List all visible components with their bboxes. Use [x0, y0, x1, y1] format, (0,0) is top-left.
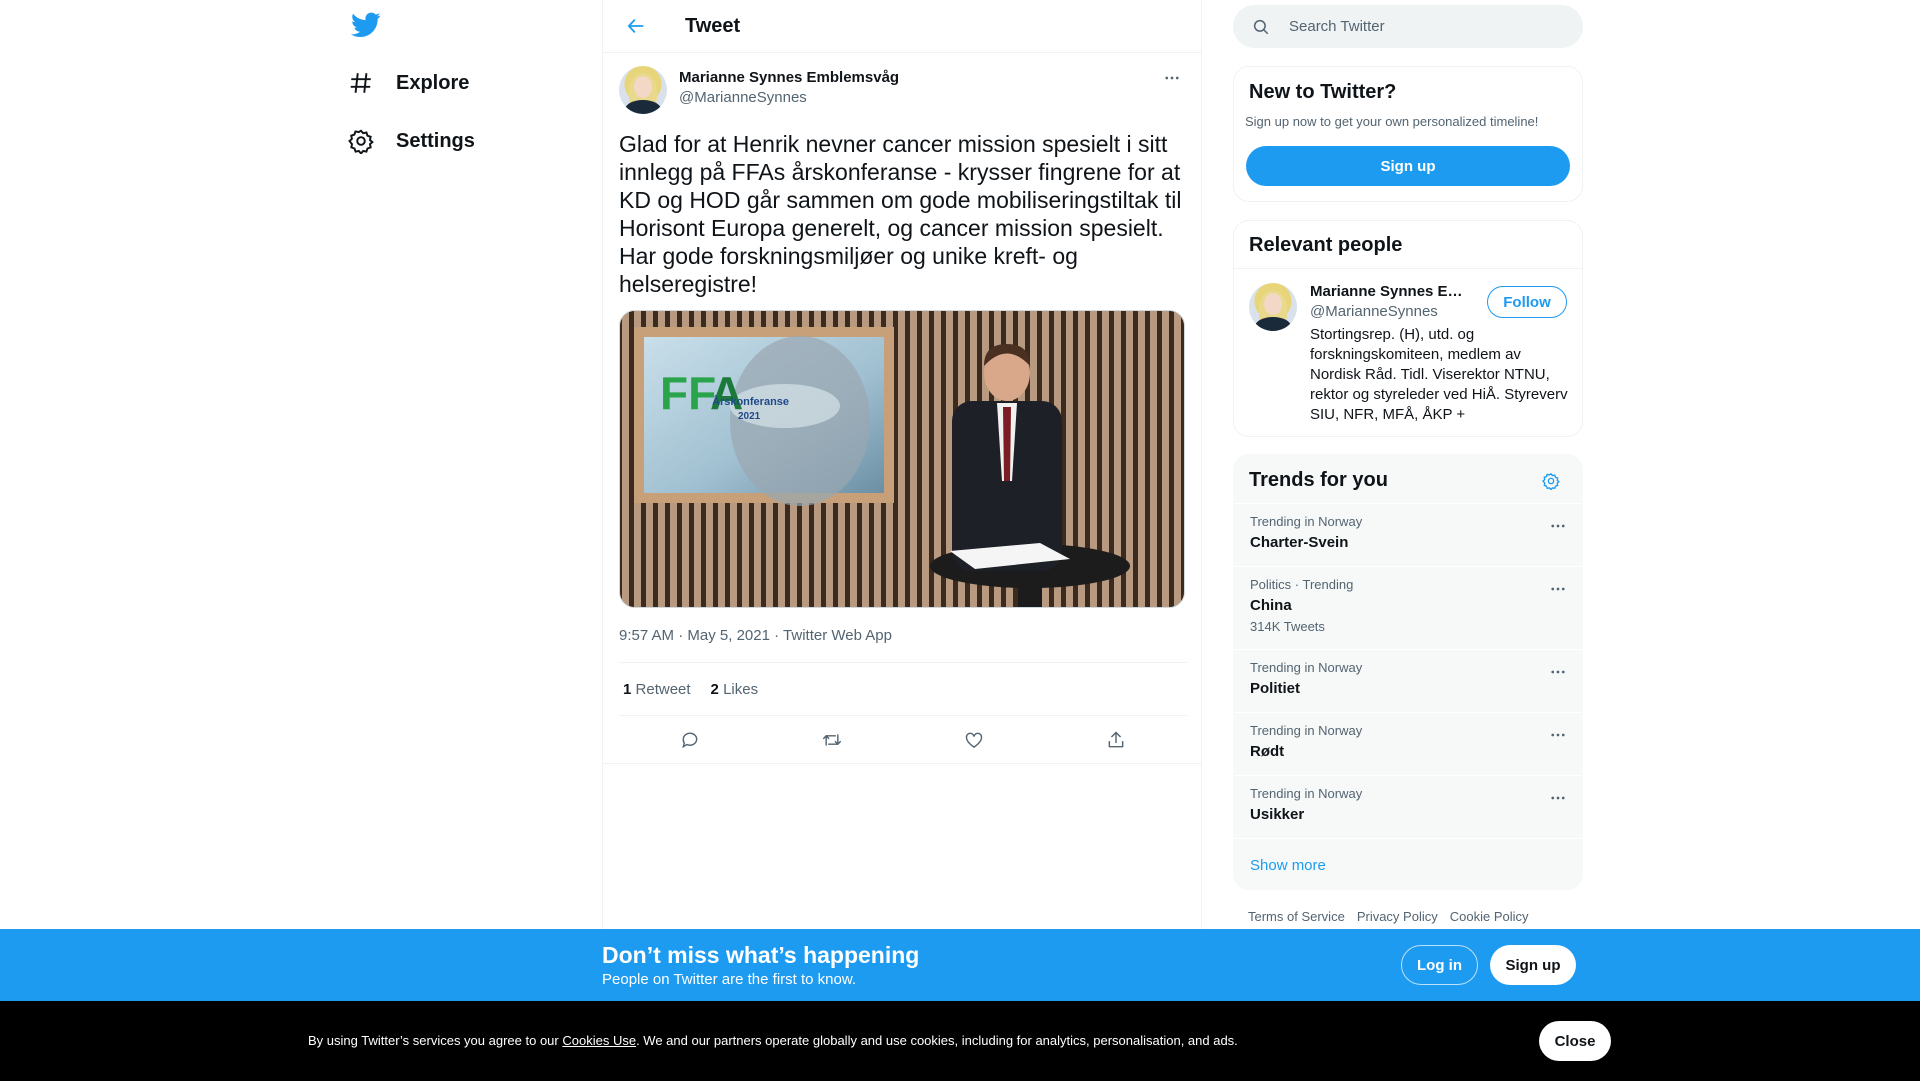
banner-signup-button[interactable]: Sign up [1490, 945, 1576, 985]
more-dots-icon [1551, 670, 1565, 674]
tweet-more-button[interactable] [1158, 68, 1186, 88]
trends-title: Trends for you [1249, 469, 1388, 491]
trend-item[interactable]: Trending in Norway Usikker [1234, 775, 1582, 838]
signup-banner: Don’t miss what’s happening People on Tw… [0, 929, 1920, 1001]
reply-icon [682, 732, 698, 749]
hashtag-icon [350, 73, 371, 93]
back-button[interactable] [619, 9, 653, 43]
retweets-count: 1 [623, 680, 632, 698]
nav-item-label: Settings [396, 129, 475, 152]
arrow-left-icon [627, 19, 644, 33]
like-icon [965, 732, 983, 748]
show-more-link[interactable]: Show more [1250, 857, 1326, 874]
trend-name: Charter-Svein [1250, 534, 1349, 551]
tweet-date[interactable]: May 5, 2021 [687, 627, 770, 644]
search-icon [1253, 19, 1269, 34]
divider [603, 763, 1201, 764]
tweet-media[interactable]: FF A Årskonferanse 2021 [619, 310, 1185, 608]
tweet-text: Glad for at Henrik nevner cancer mission… [619, 131, 1182, 297]
trend-name: China [1250, 597, 1292, 614]
trend-name: Usikker [1250, 806, 1305, 823]
person-bio: Stortingsrep. (H), utd. og forskningskom… [1310, 326, 1568, 423]
retweet-icon [822, 734, 842, 746]
trends-card: Trends for you Trending in Norway Charte… [1233, 454, 1583, 890]
tweet-stats: 1 Retweet 2 Likes [619, 662, 1187, 716]
more-dots-icon [1165, 76, 1179, 80]
tweet-source[interactable]: Twitter Web App [783, 627, 892, 644]
trend-item[interactable]: Trending in Norway Rødt [1234, 712, 1582, 775]
signup-button[interactable]: Sign up [1246, 146, 1570, 186]
nav-item-explore[interactable]: Explore [348, 58, 469, 108]
signup-card: New to Twitter? Sign up now to get your … [1233, 66, 1583, 202]
retweets-stat[interactable]: 1 Retweet [623, 681, 691, 698]
cookie-text: By using Twitter’s services you agree to… [308, 1033, 1238, 1048]
tweet-photo: FF A Årskonferanse 2021 [620, 311, 1184, 607]
tweet-actions [619, 716, 1187, 764]
trend-count: 314K Tweets [1250, 619, 1325, 634]
login-button[interactable]: Log in [1401, 945, 1478, 985]
relevant-people-title: Relevant people [1249, 234, 1403, 256]
like-button[interactable] [957, 723, 991, 757]
signup-card-title: New to Twitter? [1249, 81, 1397, 103]
trend-name: Politiet [1250, 680, 1301, 697]
trend-item[interactable]: Trending in Norway Politiet [1234, 649, 1582, 712]
svg-text:FF: FF [660, 367, 716, 419]
more-dots-icon [1551, 733, 1565, 737]
tweet-column: Tweet Marianne Synnes Emblemsvåg @Marian… [602, 0, 1202, 1081]
banner-subtitle: People on Twitter are the first to know. [602, 971, 857, 988]
trends-settings-button[interactable] [1539, 469, 1563, 493]
page-title: Tweet [685, 14, 741, 37]
cookie-banner: By using Twitter’s services you agree to… [0, 1001, 1920, 1081]
cookie-policy-link[interactable]: Cookie Policy [1450, 909, 1529, 924]
media-caption-year: 2021 [738, 411, 761, 422]
retweets-label: Retweet [635, 680, 691, 698]
twitter-bird-icon[interactable] [351, 12, 381, 38]
trend-name: Rødt [1250, 743, 1285, 760]
gear-icon [1542, 472, 1560, 490]
cookies-use-link[interactable]: Cookies Use [562, 1033, 636, 1048]
share-button[interactable] [1099, 723, 1133, 757]
banner-title: Don’t miss what’s happening [602, 942, 920, 968]
nav-item-label: Explore [396, 71, 470, 94]
trend-more-button[interactable] [1544, 516, 1572, 536]
show-more-row: Show more [1234, 838, 1582, 890]
reply-button[interactable] [673, 723, 707, 757]
likes-label: Likes [723, 680, 759, 698]
likes-count: 2 [710, 680, 719, 698]
more-dots-icon [1551, 524, 1565, 528]
author-handle[interactable]: @MarianneSynnes [679, 89, 899, 106]
more-dots-icon [1551, 587, 1565, 591]
retweet-button[interactable] [815, 723, 849, 757]
share-icon [1108, 731, 1124, 748]
avatar[interactable] [1249, 283, 1297, 331]
signup-card-subtitle: Sign up now to get your own personalized… [1245, 114, 1539, 129]
trend-more-button[interactable] [1544, 725, 1572, 745]
search-box[interactable] [1233, 5, 1583, 48]
terms-link[interactable]: Terms of Service [1248, 909, 1345, 924]
footer-links: Terms of Service Privacy Policy Cookie P… [1248, 909, 1529, 924]
follow-button[interactable]: Follow [1487, 286, 1567, 318]
trend-item[interactable]: Trending in Norway Charter-Svein [1234, 503, 1582, 566]
more-dots-icon [1551, 796, 1565, 800]
tweet-author[interactable]: Marianne Synnes Emblemsvåg @MarianneSynn… [619, 66, 899, 114]
tweet-time[interactable]: 9:57 AM [619, 627, 674, 644]
trend-item[interactable]: Politics · Trending China 314K Tweets [1234, 566, 1582, 649]
privacy-link[interactable]: Privacy Policy [1357, 909, 1438, 924]
tweet-meta: 9:57 AM · May 5, 2021 · Twitter Web App [619, 627, 892, 644]
trend-more-button[interactable] [1544, 579, 1572, 599]
likes-stat[interactable]: 2 Likes [711, 681, 759, 698]
close-cookie-button[interactable]: Close [1539, 1021, 1611, 1061]
nav-item-settings[interactable]: Settings [348, 116, 475, 166]
person-name[interactable]: Marianne Synnes E… [1310, 283, 1463, 300]
media-caption-title: Årskonferanse [712, 395, 789, 408]
trend-more-button[interactable] [1544, 662, 1572, 682]
search-input[interactable] [1289, 18, 1559, 35]
avatar[interactable] [619, 66, 667, 114]
gear-icon [348, 129, 374, 154]
author-name[interactable]: Marianne Synnes Emblemsvåg [679, 69, 899, 86]
person-handle[interactable]: @MarianneSynnes [1310, 303, 1438, 320]
tweet-header: Tweet [603, 0, 1201, 53]
relevant-people-card: Relevant people Marianne Synnes E… @Mari… [1233, 220, 1583, 437]
trend-more-button[interactable] [1544, 788, 1572, 808]
